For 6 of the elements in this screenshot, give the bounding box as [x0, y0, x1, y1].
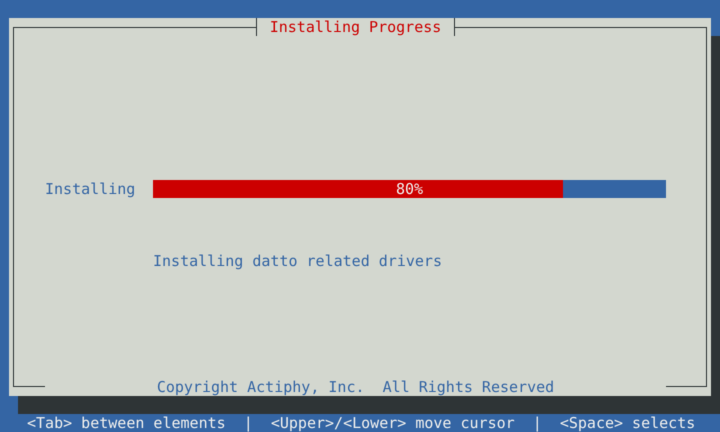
- copyright-text: Copyright Actiphy, Inc. All Rights Reserved: [45, 378, 666, 396]
- dialog-title: Installing Progress: [256, 18, 455, 36]
- progress-label: Installing: [45, 180, 136, 198]
- keyboard-hint-text: <Tab> between elements | <Upper>/<Lower> move cursor | <Space> selects: [27, 414, 696, 432]
- progress-percentage: 80%: [394, 180, 424, 198]
- status-message: Installing datto related drivers: [153, 252, 442, 270]
